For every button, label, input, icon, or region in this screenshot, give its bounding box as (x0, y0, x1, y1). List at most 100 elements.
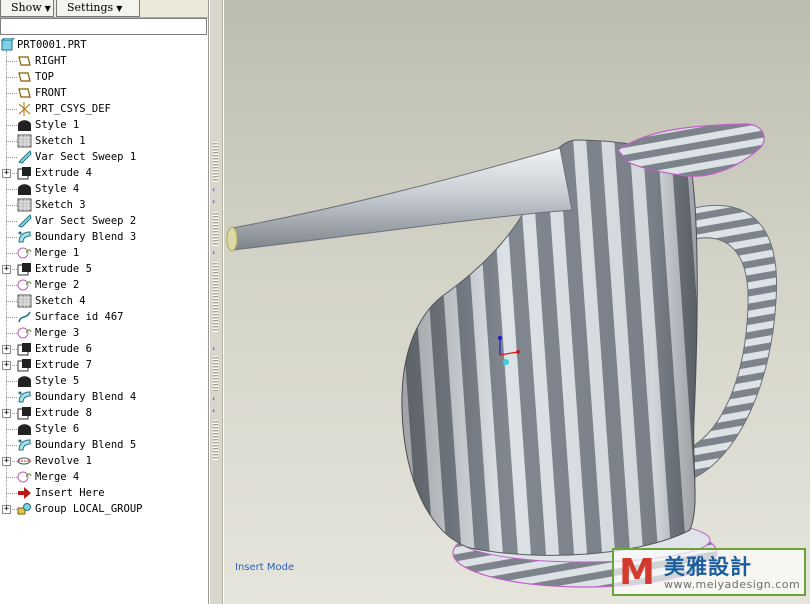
tree-item[interactable]: + Extrude 4 (0, 165, 208, 181)
sweep-icon (17, 150, 32, 164)
expand-icon[interactable]: + (2, 409, 11, 418)
tree-item[interactable]: Style 1 (0, 117, 208, 133)
chevron-right-icon[interactable]: › (212, 248, 215, 257)
tree-item[interactable]: Merge 4 (0, 469, 208, 485)
tree-item[interactable]: + Extrude 8 (0, 405, 208, 421)
show-menu-button[interactable]: Show ▼ (0, 0, 54, 17)
tree-item[interactable]: Boundary Blend 5 (0, 437, 208, 453)
settings-menu-button[interactable]: Settings ▼ (56, 0, 140, 17)
tree-item-label: Insert Here (35, 487, 105, 499)
merge-icon (17, 246, 32, 260)
tree-connector (6, 397, 17, 398)
tree-item-label: FRONT (35, 87, 67, 99)
tree-item[interactable]: + Extrude 6 (0, 341, 208, 357)
tree-item[interactable]: + Group LOCAL_GROUP (0, 501, 208, 517)
tree-connector (6, 189, 17, 190)
tree-item-label: Sketch 3 (35, 199, 86, 211)
tree-item[interactable]: FRONT (0, 85, 208, 101)
sketch-icon (17, 294, 32, 308)
tree-connector (6, 157, 17, 158)
chevron-right-icon[interactable]: › (212, 344, 215, 353)
tree-connector (6, 141, 17, 142)
tree-item-label: Extrude 5 (35, 263, 92, 275)
style-icon (17, 422, 32, 436)
tree-item[interactable]: Style 4 (0, 181, 208, 197)
tree-item[interactable]: + Extrude 7 (0, 357, 208, 373)
watermark: M 美雅設計 www.meiyadesign.com (612, 548, 806, 596)
tree-connector (6, 493, 17, 494)
expand-icon[interactable]: + (2, 361, 11, 370)
watering-can-model[interactable] (224, 0, 810, 604)
tree-item-label: Extrude 7 (35, 359, 92, 371)
tree-item[interactable]: RIGHT (0, 53, 208, 69)
tree-item-label: TOP (35, 71, 54, 83)
tree-item-label: Sketch 4 (35, 295, 86, 307)
expand-icon[interactable]: + (2, 265, 11, 274)
tree-connector (6, 125, 17, 126)
tree-item-label: Boundary Blend 5 (35, 439, 137, 451)
expand-icon[interactable]: + (2, 457, 11, 466)
chevron-left-icon[interactable]: ‹ (212, 394, 215, 403)
tree-item-label: Merge 4 (35, 471, 80, 483)
tree-connector (6, 93, 17, 94)
tree-filter-field[interactable] (0, 18, 207, 35)
tree-item-label: Boundary Blend 4 (35, 391, 137, 403)
chevron-left-icon[interactable]: ‹ (212, 197, 215, 206)
tree-item[interactable]: Var Sect Sweep 2 (0, 213, 208, 229)
tree-item[interactable]: Var Sect Sweep 1 (0, 149, 208, 165)
tree-item[interactable]: Boundary Blend 4 (0, 389, 208, 405)
style-icon (17, 118, 32, 132)
extrude-icon (17, 342, 32, 356)
datum-plane-icon (17, 70, 32, 84)
watermark-logo: M (619, 552, 655, 593)
tree-item[interactable]: Sketch 3 (0, 197, 208, 213)
splitter-grip (213, 262, 218, 332)
tree-item-label: Merge 2 (35, 279, 80, 291)
tree-item[interactable]: Merge 1 (0, 245, 208, 261)
tree-root[interactable]: PRT0001.PRT (0, 37, 208, 53)
extrude-icon (17, 262, 32, 276)
graphics-viewport[interactable]: Insert Mode (224, 0, 810, 604)
tree-item[interactable]: Merge 2 (0, 277, 208, 293)
tree-item[interactable]: Boundary Blend 3 (0, 229, 208, 245)
chevron-down-icon: ▼ (116, 4, 123, 13)
tree-item[interactable]: TOP (0, 69, 208, 85)
tree-item-label: Style 5 (35, 375, 80, 387)
tree-item-label: Style 4 (35, 183, 80, 195)
tree-item[interactable]: + Extrude 5 (0, 261, 208, 277)
tree-item-label: Extrude 6 (35, 343, 92, 355)
datum-plane-icon (17, 54, 32, 68)
tree-item[interactable]: PRT_CSYS_DEF (0, 101, 208, 117)
panel-splitter[interactable]: ‹ ‹ › › ‹ ‹ (210, 0, 223, 604)
merge-icon (17, 278, 32, 292)
tree-item[interactable]: Style 6 (0, 421, 208, 437)
style-icon (17, 182, 32, 196)
model-tree-toolbar: Show ▼ Settings ▼ (0, 0, 208, 18)
tree-item-label: Revolve 1 (35, 455, 92, 467)
tree-item[interactable]: Style 5 (0, 373, 208, 389)
boundary-blend-icon (17, 230, 32, 244)
tree-item-label: Sketch 1 (35, 135, 86, 147)
tree-item[interactable]: Insert Here (0, 485, 208, 501)
tree-item[interactable]: Sketch 1 (0, 133, 208, 149)
group-icon (17, 502, 32, 516)
tree-item[interactable]: Merge 3 (0, 325, 208, 341)
splitter-grip (213, 142, 218, 182)
expand-icon[interactable]: + (2, 169, 11, 178)
watermark-url: www.meiyadesign.com (664, 578, 801, 591)
chevron-left-icon[interactable]: ‹ (212, 406, 215, 415)
tree-item-label: RIGHT (35, 55, 67, 67)
show-label: Show (11, 1, 42, 14)
tree-item-label: Boundary Blend 3 (35, 231, 137, 243)
expand-icon[interactable]: + (2, 505, 11, 514)
settings-label: Settings (67, 1, 114, 14)
tree-root-label: PRT0001.PRT (17, 39, 87, 51)
revolve-icon (17, 454, 32, 468)
tree-item[interactable]: + Revolve 1 (0, 453, 208, 469)
tree-item[interactable]: Sketch 4 (0, 293, 208, 309)
chevron-left-icon[interactable]: ‹ (212, 185, 215, 194)
insert-arrow-icon (17, 486, 32, 500)
expand-icon[interactable]: + (2, 345, 11, 354)
tree-item-label: Extrude 4 (35, 167, 92, 179)
tree-item[interactable]: Surface id 467 (0, 309, 208, 325)
